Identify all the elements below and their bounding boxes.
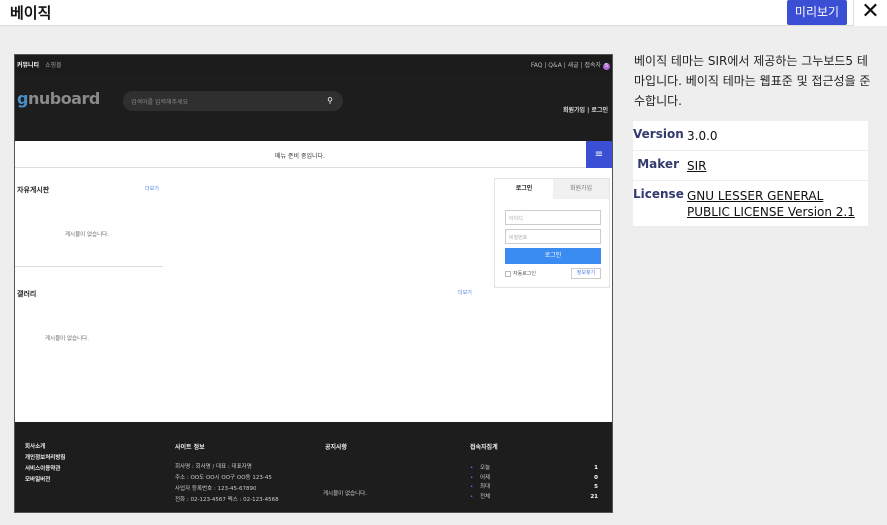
- shot-menubar: 메뉴 준비 중입니다. ≡: [15, 141, 612, 168]
- shot-join-tab: 회원가입: [553, 179, 609, 199]
- shot-id-input: 아이디: [505, 210, 601, 225]
- shot-login-tab: 로그인: [495, 179, 553, 199]
- modal-header: 베이직 미리보기 ✕: [0, 0, 887, 26]
- shot-logo-text: nuboard: [27, 89, 100, 108]
- close-icon[interactable]: ✕: [853, 0, 887, 26]
- hamburger-icon: ≡: [586, 141, 612, 168]
- shot-shop: 쇼핑몰: [45, 62, 62, 69]
- shot-site-info: 회사명 : 회사명 / 대표 : 대표자명 주소 : OO도 OO시 OO구 O…: [175, 464, 279, 503]
- shot-header-links: 회원가입 | 로그인: [562, 107, 608, 114]
- theme-screenshot: 커뮤니티 쇼핑몰 FAQ | Q&A | 새글 | 접속자 5 gnuboard …: [14, 54, 613, 513]
- meta-row-license: License GNU LESSER GENERAL PUBLIC LICENS…: [633, 181, 868, 227]
- shot-board-title: 자유게시판: [17, 186, 50, 194]
- shot-find-info: 정보찾기: [571, 268, 601, 279]
- meta-row-version: Version 3.0.0: [633, 121, 868, 151]
- shot-divider: [15, 266, 163, 267]
- shot-logo: gnuboard: [17, 89, 100, 108]
- shot-gallery-title: 갤러리: [17, 290, 37, 298]
- shot-visitors: 오늘1 어제0 최대5 전체21: [470, 464, 598, 502]
- meta-label: Maker: [637, 157, 679, 171]
- shot-notice-empty: 게시물이 없습니다.: [323, 491, 367, 497]
- shot-search: 검색어를 입력해주세요 ⚲: [123, 91, 343, 111]
- shot-gallery-more: 더보기: [458, 290, 472, 296]
- maker-link[interactable]: SIR: [687, 151, 868, 180]
- shot-login-button: 로그인: [505, 248, 601, 264]
- shot-gallery-empty: 게시물이 없습니다.: [45, 336, 89, 342]
- shot-login-box: 로그인 회원가입 아이디 비밀번호 로그인 자동로그인 정보찾기: [494, 178, 610, 288]
- theme-meta-table: Version 3.0.0 Maker SIR License GNU LESS…: [633, 121, 868, 227]
- theme-description: 베이직 테마는 SIR에서 제공하는 그누보드5 테마입니다. 베이직 테마는 …: [634, 54, 871, 108]
- meta-label: Version: [633, 127, 684, 141]
- meta-label: License: [633, 187, 684, 201]
- shot-topnav-links: FAQ | Q&A | 새글 | 접속자: [530, 62, 602, 69]
- meta-value: 3.0.0: [687, 129, 718, 143]
- preview-button[interactable]: 미리보기: [787, 0, 847, 25]
- shot-visitor-badge: 5: [603, 63, 610, 70]
- checkbox-icon: [505, 270, 511, 277]
- shot-footer-links: 회사소개 개인정보처리방침 서비스이용약관 모바일버전: [25, 444, 66, 483]
- shot-pw-input: 비밀번호: [505, 229, 601, 244]
- shot-board-more: 더보기: [145, 186, 159, 192]
- shot-board-empty: 게시물이 없습니다.: [65, 232, 109, 238]
- license-link[interactable]: GNU LESSER GENERAL PUBLIC LICENSE Versio…: [687, 181, 868, 226]
- shot-site-info-title: 사이트 정보: [175, 444, 205, 451]
- meta-row-maker: Maker SIR: [633, 151, 868, 181]
- shot-visitors-title: 접속자집계: [470, 444, 498, 451]
- shot-community: 커뮤니티: [17, 62, 40, 69]
- shot-topnav: 커뮤니티 쇼핑몰 FAQ | Q&A | 새글 | 접속자 5: [15, 55, 612, 75]
- shot-notice-title: 공지사항: [325, 444, 348, 451]
- shot-header: gnuboard 검색어를 입력해주세요 ⚲ 회원가입 | 로그인: [15, 75, 612, 141]
- theme-title: 베이직: [10, 4, 52, 22]
- shot-search-placeholder: 검색어를 입력해주세요: [131, 99, 189, 106]
- search-icon: ⚲: [327, 96, 333, 105]
- shot-auto-login: 자동로그인: [505, 270, 536, 277]
- shot-menu-msg: 메뉴 준비 중입니다.: [275, 153, 325, 160]
- shot-footer: 회사소개 개인정보처리방침 서비스이용약관 모바일버전 사이트 정보 회사명 :…: [15, 422, 612, 512]
